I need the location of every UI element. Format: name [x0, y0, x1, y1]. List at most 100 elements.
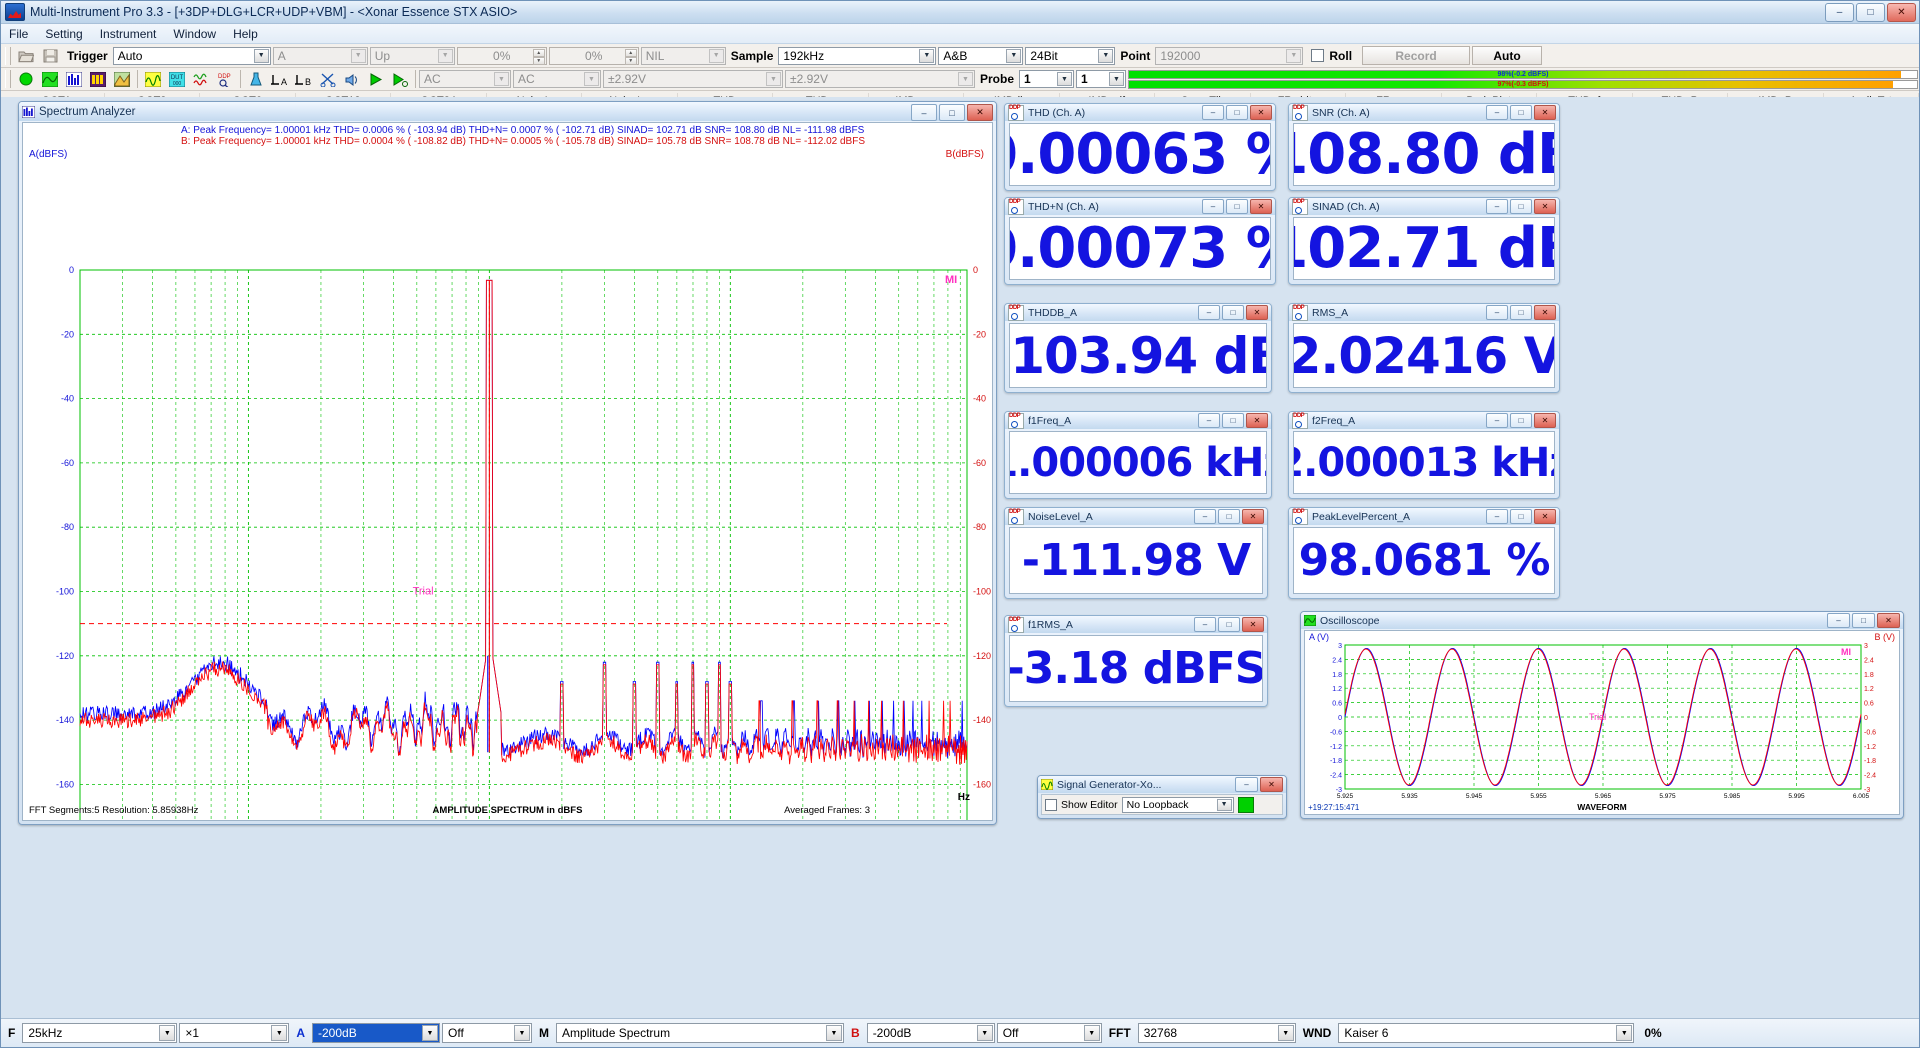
- play-icon[interactable]: [365, 69, 387, 90]
- spectrum-maximize-button[interactable]: □: [939, 104, 965, 121]
- panel-thddb_a-minimize-button[interactable]: –: [1198, 305, 1220, 320]
- auto-button[interactable]: Auto: [1472, 46, 1543, 65]
- panel-thdn_a-close-button[interactable]: ✕: [1250, 199, 1272, 214]
- panel-thdn_a-title-bar[interactable]: THD+N (Ch. A) – □ ✕: [1005, 198, 1275, 215]
- record-button[interactable]: Record: [1362, 46, 1471, 65]
- panel-f1freq_a-minimize-button[interactable]: –: [1198, 413, 1220, 428]
- channel-select[interactable]: A&B ▼: [938, 46, 1024, 65]
- panel-noiselevel_a-title-bar[interactable]: NoiseLevel_A – □ ✕: [1005, 508, 1267, 525]
- oscilloscope-title-bar[interactable]: Oscilloscope – □ ✕: [1301, 612, 1903, 629]
- panel-sinad_a-maximize-button[interactable]: □: [1510, 199, 1532, 214]
- toolbar-grip[interactable]: [5, 46, 11, 65]
- menu-item-window[interactable]: Window: [173, 27, 216, 41]
- chevron-down-icon[interactable]: ▼: [1616, 1025, 1633, 1041]
- ground-b-icon[interactable]: B: [293, 69, 315, 90]
- trigger-slope-select[interactable]: Up ▼: [369, 46, 455, 65]
- chevron-down-icon[interactable]: ▼: [159, 1025, 176, 1041]
- chevron-down-icon[interactable]: ▼: [1083, 1025, 1100, 1041]
- panel-snr_a-maximize-button[interactable]: □: [1510, 105, 1532, 120]
- chevron-down-icon[interactable]: ▼: [958, 72, 973, 86]
- panel-f1freq_a-title-bar[interactable]: f1Freq_A – □ ✕: [1005, 412, 1271, 429]
- ground-a-icon[interactable]: A: [269, 69, 291, 90]
- chevron-down-icon[interactable]: ▼: [1006, 48, 1022, 63]
- multiplier-select[interactable]: ×1 ▼: [179, 1023, 290, 1043]
- panel-rms_a-close-button[interactable]: ✕: [1534, 305, 1556, 320]
- panel-thddb_a-title-bar[interactable]: THDDB_A – □ ✕: [1005, 304, 1271, 321]
- panel-f1rms_a-minimize-button[interactable]: –: [1194, 617, 1216, 632]
- checkbox-box-icon[interactable]: [1311, 49, 1325, 62]
- mode-select[interactable]: Amplitude Spectrum ▼: [556, 1023, 845, 1043]
- panel-thd_a-close-button[interactable]: ✕: [1250, 105, 1272, 120]
- calibration-icon[interactable]: [245, 69, 267, 90]
- lcr-meter-icon[interactable]: [190, 69, 212, 90]
- chevron-down-icon[interactable]: ▼: [976, 1025, 993, 1041]
- signal-generator-icon[interactable]: [142, 69, 164, 90]
- panel-sinad_a-title-bar[interactable]: SINAD (Ch. A) – □ ✕: [1289, 198, 1559, 215]
- range-b-select[interactable]: ±2.92V ▼: [785, 70, 975, 88]
- trigger-nil-select[interactable]: NIL ▼: [640, 46, 726, 65]
- scope-plot[interactable]: 3 3 2.4 2.4 1.8 1.8 1.2 1.2 0.6 0.6 0 0 -0.6 -0.6 -1.2…: [1305, 631, 1900, 815]
- chevron-down-icon[interactable]: ▼: [1098, 48, 1114, 63]
- panel-f1rms_a-title-bar[interactable]: f1RMS_A – □ ✕: [1005, 616, 1267, 633]
- panel-thddb_a-maximize-button[interactable]: □: [1222, 305, 1244, 320]
- spinner-arrows-icon[interactable]: ▲ ▼: [532, 48, 545, 65]
- channel-a-off-select[interactable]: Off ▼: [442, 1023, 533, 1043]
- fft-size-select[interactable]: 32768 ▼: [1137, 1023, 1296, 1043]
- toolbar-grip[interactable]: [5, 70, 11, 88]
- spinner-arrows-icon[interactable]: ▲ ▼: [624, 48, 637, 65]
- panel-f2freq_a-maximize-button[interactable]: □: [1510, 413, 1532, 428]
- panel-thd_a-title-bar[interactable]: THD (Ch. A) – □ ✕: [1005, 104, 1275, 121]
- scissors-icon[interactable]: [317, 69, 339, 90]
- panel-thddb_a-close-button[interactable]: ✕: [1246, 305, 1268, 320]
- panel-thd_a-minimize-button[interactable]: –: [1202, 105, 1224, 120]
- minimize-button[interactable]: –: [1825, 3, 1854, 22]
- panel-sinad_a-minimize-button[interactable]: –: [1486, 199, 1508, 214]
- trigger-delay-stepper[interactable]: 0% ▲ ▼: [548, 46, 639, 65]
- show-editor-checkbox[interactable]: [1045, 798, 1057, 811]
- scope-close-button[interactable]: ✕: [1877, 613, 1900, 628]
- maximize-button[interactable]: □: [1856, 3, 1885, 22]
- record-dot-icon[interactable]: [15, 69, 37, 90]
- chevron-down-icon[interactable]: ▼: [350, 48, 366, 63]
- chevron-down-icon[interactable]: ▼: [1216, 798, 1232, 811]
- panel-rms_a-maximize-button[interactable]: □: [1510, 305, 1532, 320]
- loopback-select[interactable]: No Loopback ▼: [1121, 796, 1234, 813]
- chevron-down-icon[interactable]: ▼: [1109, 72, 1125, 86]
- sample-rate-select[interactable]: 192kHz ▼: [778, 46, 937, 65]
- chevron-down-icon[interactable]: ▼: [494, 72, 509, 86]
- panel-f1freq_a-maximize-button[interactable]: □: [1222, 413, 1244, 428]
- chevron-down-icon[interactable]: ▼: [514, 1025, 531, 1041]
- play-loop-icon[interactable]: [389, 69, 411, 90]
- chevron-down-icon[interactable]: ▼: [422, 1025, 439, 1041]
- chevron-down-icon[interactable]: ▼: [1286, 48, 1302, 63]
- point-count-select[interactable]: 192000 ▼: [1155, 46, 1304, 65]
- chevron-down-icon[interactable]: ▼: [271, 1025, 288, 1041]
- panel-sinad_a-close-button[interactable]: ✕: [1534, 199, 1556, 214]
- chevron-down-icon[interactable]: ▼: [584, 72, 599, 86]
- device-test-icon[interactable]: DUT 000: [166, 69, 188, 90]
- trigger-level-stepper[interactable]: 0% ▲ ▼: [456, 46, 547, 65]
- chevron-down-icon[interactable]: ▼: [1277, 1025, 1294, 1041]
- chevron-down-icon[interactable]: ▼: [826, 1025, 843, 1041]
- data-logger-icon[interactable]: DDP: [214, 69, 236, 90]
- channel-b-off-select[interactable]: Off ▼: [996, 1023, 1102, 1043]
- probe-a-select[interactable]: 1 ▼: [1019, 70, 1075, 88]
- channel-a-range-select[interactable]: -200dB ▼: [312, 1023, 441, 1043]
- panel-peaklevelpercent_a-minimize-button[interactable]: –: [1486, 509, 1508, 524]
- roll-checkbox[interactable]: Roll: [1311, 49, 1352, 63]
- chevron-down-icon[interactable]: ▼: [708, 48, 724, 63]
- spectrum-plot[interactable]: 0 0 -20 -20 -40 -40 -60 -60 -80 -80 -100 -100 -120 -1…: [23, 123, 993, 821]
- speaker-icon[interactable]: [341, 69, 363, 90]
- oscilloscope-icon[interactable]: [39, 69, 61, 90]
- frequency-span-select[interactable]: 25kHz ▼: [22, 1023, 178, 1043]
- panel-peaklevelpercent_a-maximize-button[interactable]: □: [1510, 509, 1532, 524]
- panel-f2freq_a-minimize-button[interactable]: –: [1486, 413, 1508, 428]
- panel-snr_a-minimize-button[interactable]: –: [1486, 105, 1508, 120]
- trigger-source-select[interactable]: A ▼: [272, 46, 368, 65]
- close-button[interactable]: ✕: [1887, 3, 1916, 22]
- window-function-select[interactable]: Kaiser 6 ▼: [1338, 1023, 1635, 1043]
- spectrum-close-button[interactable]: ✕: [967, 104, 993, 121]
- save-disk-icon[interactable]: [39, 45, 61, 66]
- chevron-down-icon[interactable]: ▼: [766, 72, 781, 86]
- spectrum-analyzer-title-bar[interactable]: Spectrum Analyzer – □ ✕: [19, 102, 996, 121]
